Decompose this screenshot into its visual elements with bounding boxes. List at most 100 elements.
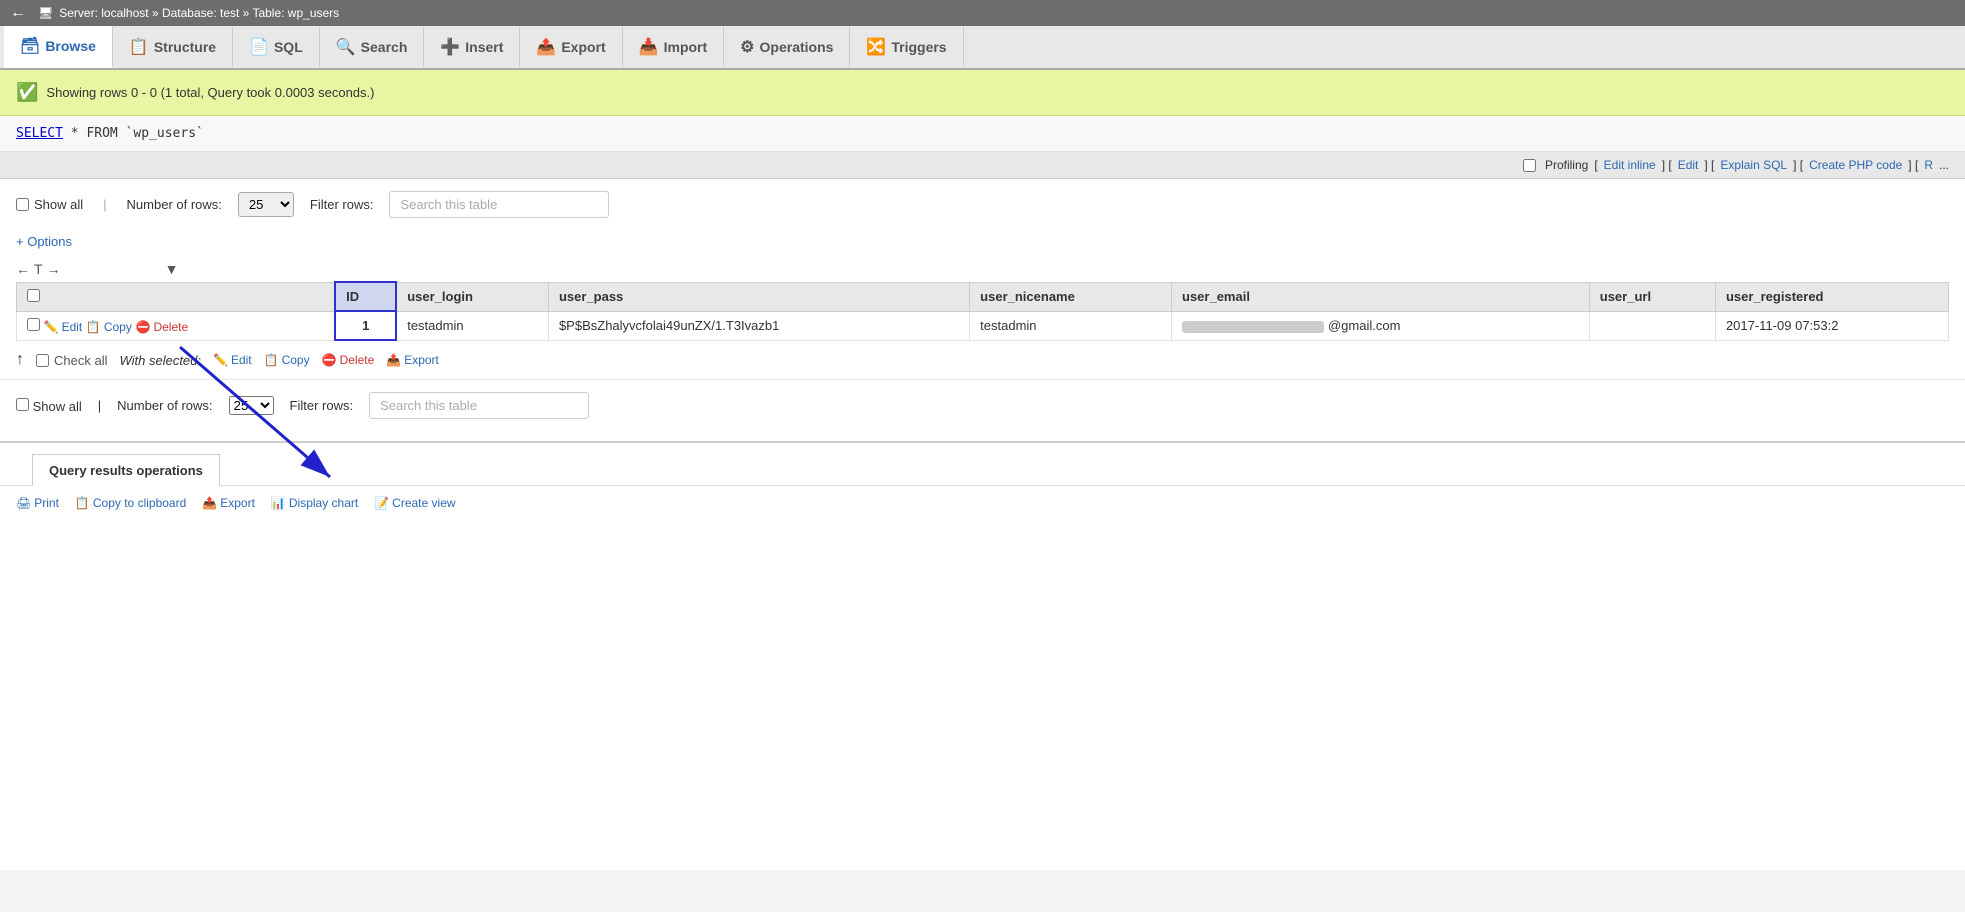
- tab-structure-label: Structure: [154, 39, 216, 55]
- with-selected-label: With selected:: [119, 353, 201, 368]
- show-all-bottom-checkbox[interactable]: [16, 398, 29, 411]
- copy-clipboard-icon: 📋: [75, 496, 90, 510]
- td-user-email: ████████ @gmail.com: [1172, 311, 1590, 340]
- table-area: ← T → ▼ ID: [0, 257, 1965, 379]
- bottom-controls-row: Show all | Number of rows: 25 50 100 Fil…: [0, 379, 1965, 431]
- tab-browse[interactable]: 🗃 Browse: [4, 26, 113, 68]
- display-chart-button[interactable]: 📊 Display chart: [271, 496, 358, 510]
- tab-import-label: Import: [664, 39, 708, 55]
- show-all-checkbox[interactable]: [16, 198, 29, 211]
- filter-rows-label: Filter rows:: [310, 197, 374, 212]
- export-results-button[interactable]: 📤 Export: [202, 496, 255, 510]
- insert-icon: ➕: [440, 37, 460, 57]
- sql-display: SELECT * FROM `wp_users`: [0, 116, 1965, 152]
- edit-link[interactable]: Edit: [1678, 158, 1699, 172]
- left-arrow-icon: ←: [16, 261, 30, 277]
- create-view-icon: 📝: [374, 496, 389, 510]
- tab-search[interactable]: 🔍 Search: [320, 27, 425, 67]
- tab-insert[interactable]: ➕ Insert: [424, 27, 520, 67]
- tab-insert-label: Insert: [465, 39, 503, 55]
- main-content: ✅ Showing rows 0 - 0 (1 total, Query too…: [0, 70, 1965, 870]
- tab-import[interactable]: 📥 Import: [623, 27, 724, 67]
- th-user-url: user_url: [1589, 282, 1715, 311]
- th-id: ID: [335, 282, 396, 311]
- th-user-email: user_email: [1172, 282, 1590, 311]
- rows-per-page-select[interactable]: 25 50 100: [238, 192, 294, 217]
- col-user-pass-label: user_pass: [559, 289, 623, 304]
- triggers-icon: 🔀: [866, 37, 886, 57]
- tab-operations[interactable]: ⚙ Operations: [724, 27, 850, 67]
- filter-table-input-bottom[interactable]: [369, 392, 589, 419]
- r-link[interactable]: R: [1924, 158, 1933, 172]
- tab-export[interactable]: 📤 Export: [520, 27, 622, 67]
- copy-to-clipboard-button[interactable]: 📋 Copy to clipboard: [75, 496, 186, 510]
- tab-operations-label: Operations: [760, 39, 834, 55]
- th-checkbox: [17, 282, 336, 311]
- filter-table-input-top[interactable]: [389, 191, 609, 218]
- t-icon: T: [34, 261, 43, 277]
- row-edit-button[interactable]: ✏️ Edit: [44, 320, 83, 334]
- td-user-login: testadmin: [396, 311, 548, 340]
- search-tab-icon: 🔍: [336, 37, 356, 57]
- col-user-registered-label: user_registered: [1726, 289, 1824, 304]
- with-selected-delete-button[interactable]: ⛔ Delete: [322, 353, 375, 367]
- row-checkbox[interactable]: [27, 318, 40, 331]
- th-user-pass: user_pass: [548, 282, 969, 311]
- table-header-row: ID user_login user_pass user_nicename us: [17, 282, 1949, 311]
- col-resize-bar: ← T → ▼: [0, 257, 1965, 281]
- th-user-nicename: user_nicename: [970, 282, 1172, 311]
- structure-icon: 📋: [129, 37, 149, 57]
- td-user-registered: 2017-11-09 07:53:2: [1715, 311, 1948, 340]
- show-all-checkbox-label: Show all: [16, 197, 83, 212]
- tab-sql[interactable]: 📄 SQL: [233, 27, 320, 67]
- query-results-section: Query results operations 🖨 Print 📋 Copy …: [0, 441, 1965, 520]
- select-all-checkbox[interactable]: [27, 289, 40, 302]
- success-icon: ✅: [16, 82, 38, 103]
- sql-keyword: SELECT: [16, 126, 63, 141]
- display-chart-icon: 📊: [271, 496, 286, 510]
- bottom-filter-rows-label: Filter rows:: [290, 398, 354, 413]
- server-icon: 🖥: [38, 6, 53, 20]
- success-message: Showing rows 0 - 0 (1 total, Query took …: [46, 85, 374, 100]
- print-label: Print: [34, 496, 59, 510]
- sql-icon: 📄: [249, 37, 269, 57]
- back-button[interactable]: ←: [10, 4, 26, 22]
- breadcrumb: Server: localhost » Database: test » Tab…: [59, 6, 339, 20]
- col-user-url-label: user_url: [1600, 289, 1651, 304]
- sort-dropdown-icon: ▼: [165, 261, 179, 277]
- query-results-tab-label: Query results operations: [49, 463, 203, 478]
- options-link[interactable]: + Options: [16, 234, 72, 249]
- profiling-bracket-open: [: [1594, 158, 1597, 172]
- check-all-label: Check all: [54, 353, 107, 368]
- create-view-button[interactable]: 📝 Create view: [374, 496, 455, 510]
- tab-structure[interactable]: 📋 Structure: [113, 27, 233, 67]
- export-results-icon: 📤: [202, 496, 217, 510]
- td-id: 1: [335, 311, 396, 340]
- tab-triggers[interactable]: 🔀 Triggers: [850, 27, 963, 67]
- right-arrow-icon: →: [47, 261, 61, 277]
- tab-search-label: Search: [361, 39, 408, 55]
- options-row: + Options: [0, 230, 1965, 257]
- explain-sql-link[interactable]: Explain SQL: [1720, 158, 1787, 172]
- row-user-registered-value: 2017-11-09 07:53:2: [1726, 318, 1839, 333]
- col-user-email-label: user_email: [1182, 289, 1250, 304]
- top-controls-row: Show all | Number of rows: 25 50 100 Fil…: [0, 179, 1965, 230]
- bottom-rows-per-page-select[interactable]: 25 50 100: [229, 396, 274, 415]
- print-icon: 🖨: [16, 496, 31, 510]
- profiling-checkbox[interactable]: [1523, 159, 1536, 172]
- row-copy-button[interactable]: 📋 Copy: [86, 320, 132, 334]
- profiling-label: Profiling: [1545, 158, 1588, 172]
- operations-icon: ⚙: [740, 37, 754, 57]
- check-all-bottom-checkbox[interactable]: [36, 354, 49, 367]
- row-user-email-blurred: ████████: [1182, 321, 1324, 333]
- row-delete-button[interactable]: ⛔ Delete: [135, 320, 188, 334]
- edit-inline-link[interactable]: Edit inline: [1604, 158, 1656, 172]
- with-selected-edit-button[interactable]: ✏️ Edit: [213, 353, 252, 367]
- th-user-registered: user_registered: [1715, 282, 1948, 311]
- data-table-wrapper: ID user_login user_pass user_nicename us: [0, 281, 1965, 341]
- divider1: |: [103, 197, 106, 212]
- with-selected-copy-button[interactable]: 📋 Copy: [264, 353, 310, 367]
- create-php-code-link[interactable]: Create PHP code: [1809, 158, 1902, 172]
- with-selected-export-button[interactable]: 📤 Export: [386, 353, 439, 367]
- print-button[interactable]: 🖨 Print: [16, 496, 59, 510]
